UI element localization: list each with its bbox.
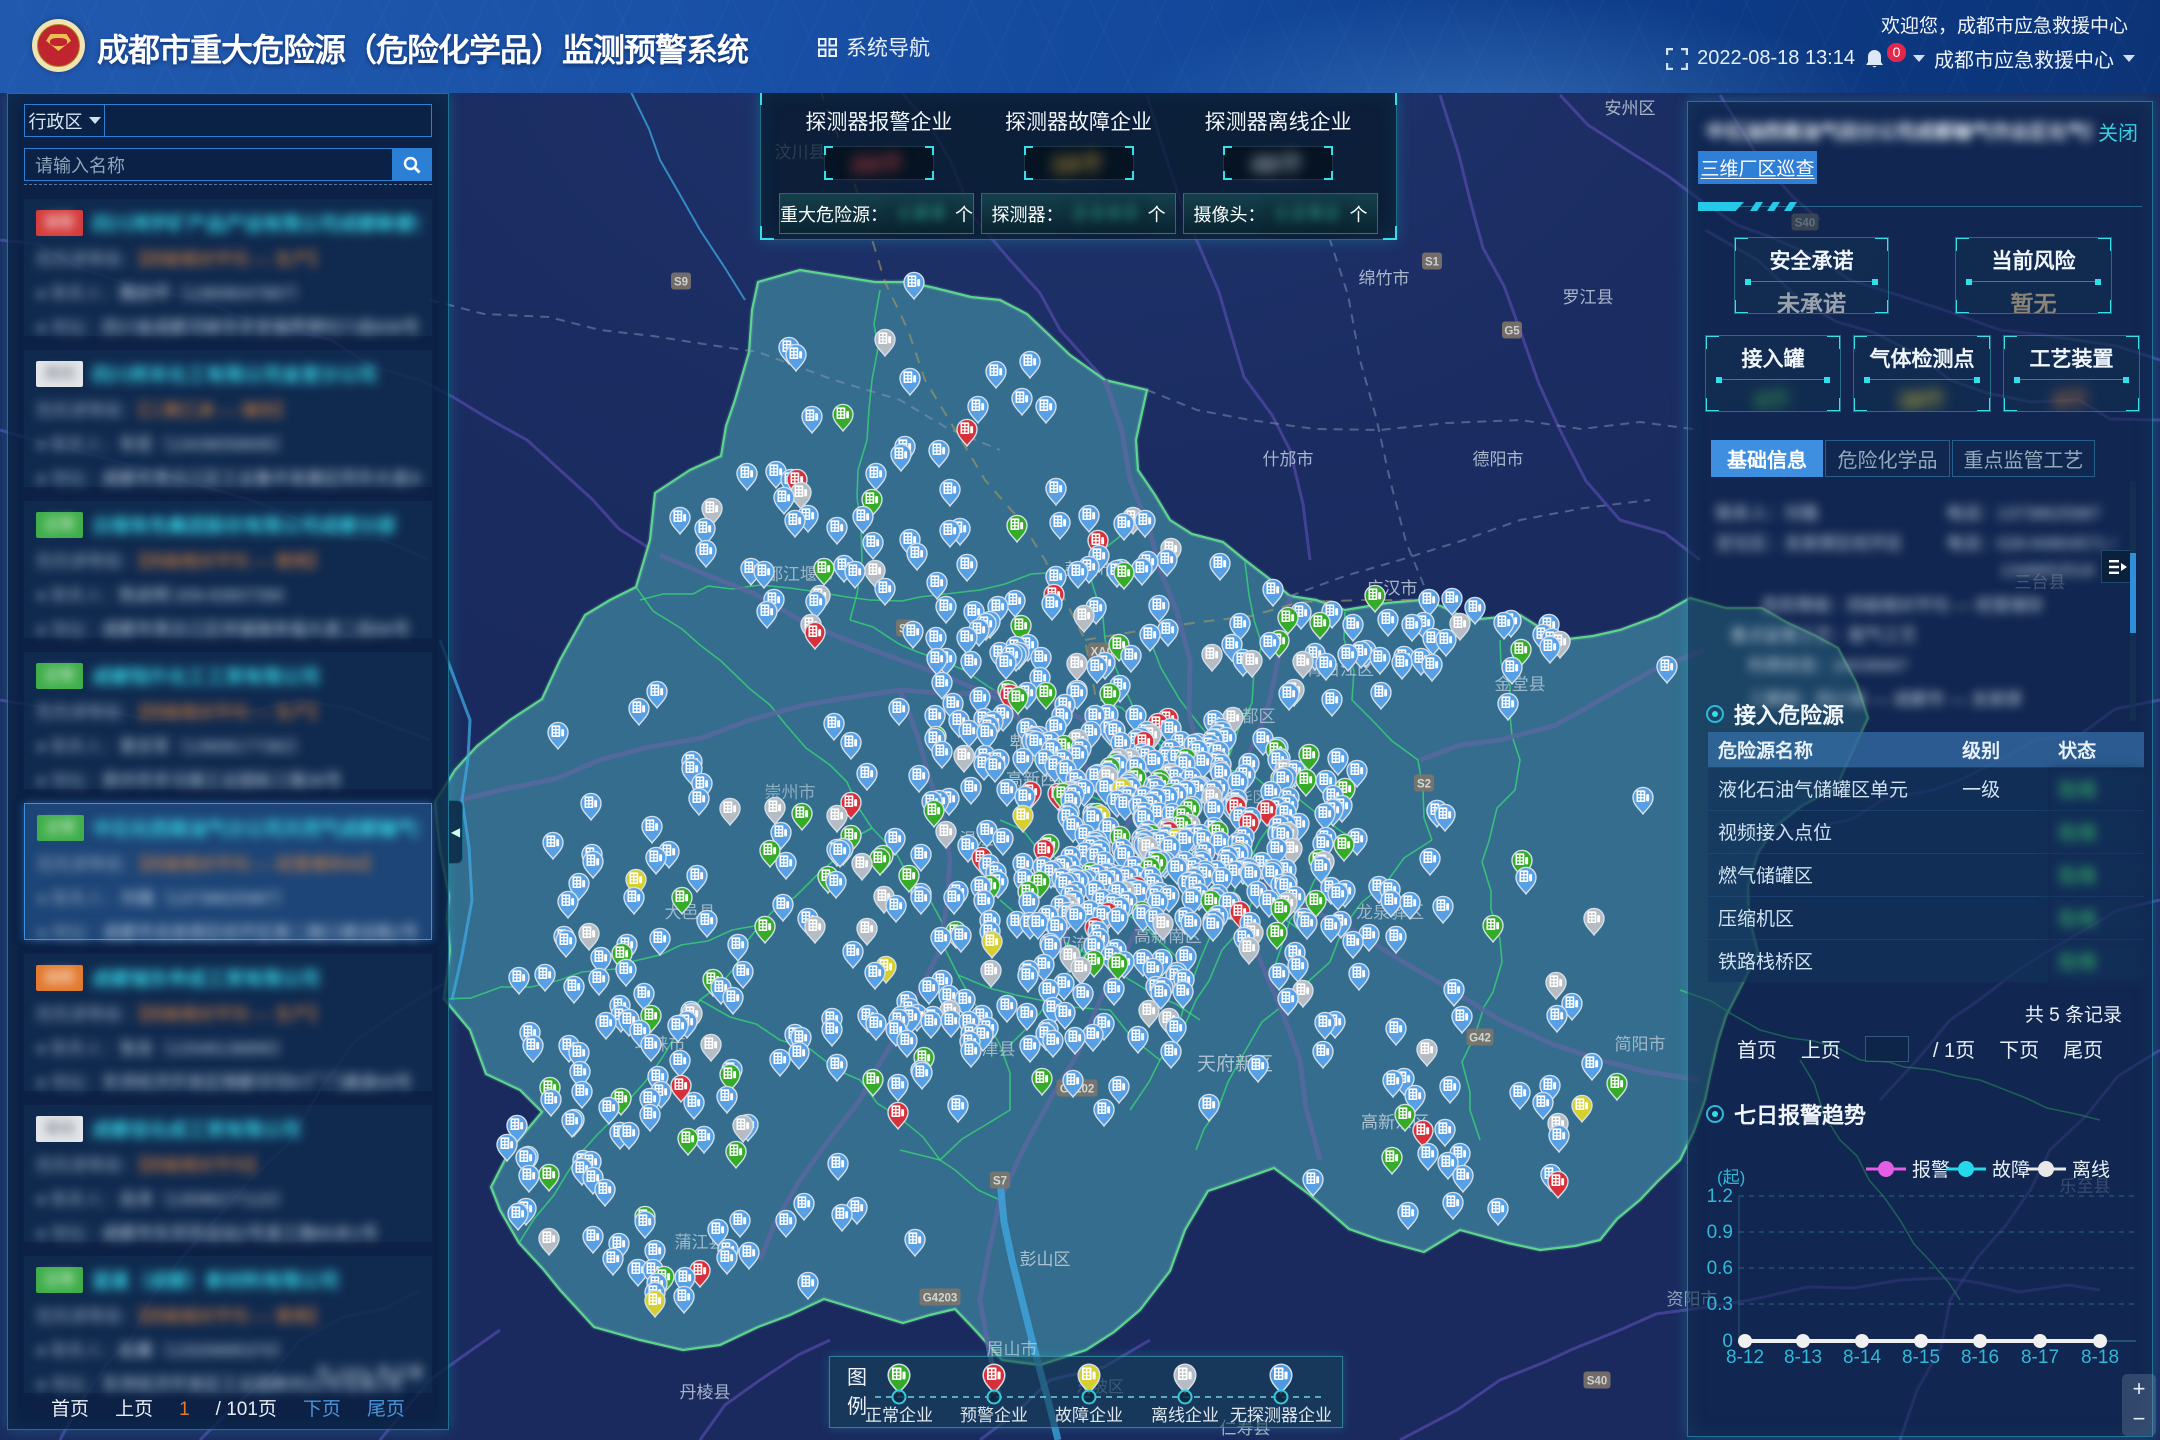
- svg-text:(起): (起): [1717, 1168, 1745, 1187]
- svg-text:德阳市: 德阳市: [1473, 450, 1524, 469]
- svg-text:安州区: 安州区: [1605, 99, 1656, 118]
- svg-text:G5: G5: [1504, 326, 1520, 338]
- svg-text:S7: S7: [993, 1176, 1007, 1188]
- svg-text:什邡市: 什邡市: [1263, 450, 1314, 469]
- svg-text:G4203: G4203: [923, 1293, 958, 1305]
- svg-text:8-15: 8-15: [1902, 1347, 1940, 1368]
- svg-text:0.3: 0.3: [1707, 1294, 1733, 1315]
- svg-text:0.9: 0.9: [1707, 1222, 1733, 1243]
- svg-text:8-14: 8-14: [1843, 1347, 1881, 1368]
- svg-text:S40: S40: [1587, 1376, 1607, 1388]
- svg-text:8-12: 8-12: [1726, 1347, 1764, 1368]
- svg-text:G42: G42: [1469, 1033, 1491, 1045]
- svg-text:彭山区: 彭山区: [1020, 1250, 1071, 1269]
- svg-text:8-18: 8-18: [2081, 1347, 2119, 1368]
- svg-text:8-16: 8-16: [1961, 1347, 1999, 1368]
- svg-text:8-13: 8-13: [1784, 1347, 1822, 1368]
- svg-text:8-17: 8-17: [2021, 1347, 2059, 1368]
- svg-text:报警: 报警: [1912, 1159, 1950, 1181]
- svg-text:S2: S2: [1417, 779, 1431, 791]
- svg-text:S1: S1: [1425, 257, 1440, 269]
- svg-text:故障: 故障: [1992, 1159, 2030, 1181]
- svg-text:简阳市: 简阳市: [1615, 1035, 1666, 1054]
- svg-text:S9: S9: [674, 277, 688, 289]
- svg-text:绵竹市: 绵竹市: [1359, 269, 1410, 288]
- svg-text:罗江县: 罗江县: [1563, 288, 1614, 307]
- svg-text:丹棱县: 丹棱县: [680, 1383, 731, 1402]
- svg-text:0.6: 0.6: [1707, 1258, 1733, 1279]
- svg-text:离线: 离线: [2072, 1159, 2110, 1181]
- svg-text:1.2: 1.2: [1707, 1186, 1733, 1207]
- svg-text:金堂县: 金堂县: [1495, 675, 1546, 694]
